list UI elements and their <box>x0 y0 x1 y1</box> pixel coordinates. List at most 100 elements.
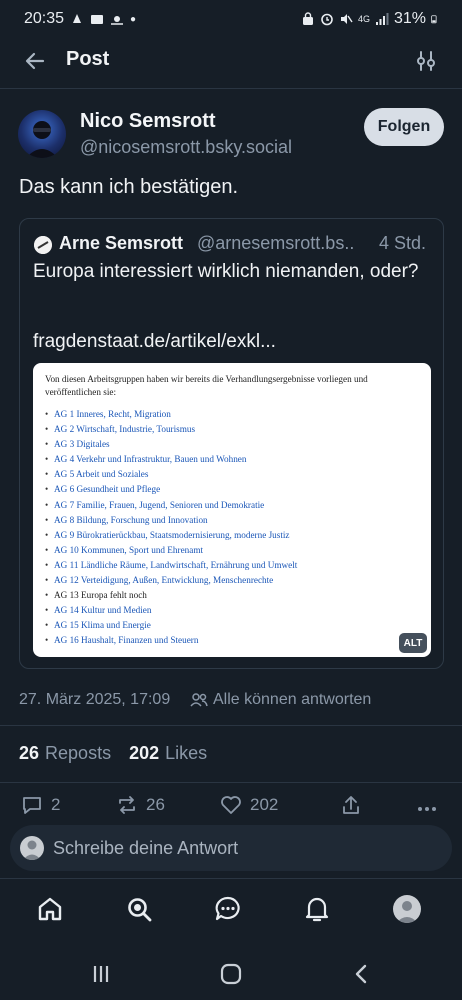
home-system-button[interactable] <box>216 961 246 987</box>
stats-divider <box>0 782 462 783</box>
list-item: AG 5 Arbeit und Soziales <box>45 467 297 482</box>
battery-percent: 31% <box>393 10 426 27</box>
bottom-nav <box>0 878 462 940</box>
reply-icon <box>23 797 41 814</box>
profile-avatar <box>393 895 421 923</box>
repost-count: 26 <box>146 795 165 814</box>
back-system-button[interactable] <box>346 961 376 987</box>
page-title: Post <box>66 48 110 70</box>
like-count: 202 <box>250 795 279 814</box>
network-label: 4G <box>357 14 370 24</box>
post-date: 27. März 2025, 17:09 <box>19 691 171 708</box>
reposts-count: 26 <box>19 743 40 763</box>
mail-icon <box>91 15 104 24</box>
list-item: AG 9 Bürokratierückbau, Staatsmodernisie… <box>45 528 297 543</box>
search-icon <box>128 898 152 922</box>
list-item: AG 6 Gesundheit und Pflege <box>45 482 297 497</box>
post-stats: 26 Reposts 202 Likes <box>19 743 207 764</box>
reply-button[interactable]: 2 <box>21 795 60 815</box>
list-item: AG 12 Verteidigung, Außen, Entwicklung, … <box>45 573 297 588</box>
reposts-stat[interactable]: 26 Reposts <box>19 743 111 764</box>
post-text: Das kann ich bestätigen. <box>19 176 239 198</box>
author-name[interactable]: Nico Semsrott <box>80 110 216 133</box>
quote-link[interactable]: fragdenstaat.de/artikel/exkl... <box>33 331 276 353</box>
reply-placeholder: Schreibe deine Antwort <box>53 838 239 858</box>
battery-icon <box>431 15 437 24</box>
share-button[interactable] <box>340 795 362 815</box>
recents-button[interactable] <box>86 961 116 987</box>
nav-home[interactable] <box>32 891 68 927</box>
reply-setting-label: Alle können antworten <box>213 691 372 708</box>
list-item: AG 15 Klima und Energie <box>45 618 297 633</box>
header-divider <box>0 88 462 89</box>
status-time: 20:35 <box>24 10 65 27</box>
list-item: AG 16 Haushalt, Finanzen und Steuern <box>45 633 297 648</box>
signal-icon <box>375 13 389 25</box>
quote-author-handle: @arnesemsrott.bs.. <box>197 233 355 253</box>
reposts-label: Reposts <box>45 743 112 763</box>
arrow-left-icon <box>25 52 45 70</box>
mute-icon <box>340 14 353 24</box>
weather-icon <box>111 16 124 25</box>
list-item: AG 8 Bildung, Forschung und Innovation <box>45 513 297 528</box>
lock-icon <box>302 12 313 25</box>
image-intro-text: Von diesen Arbeitsgruppen haben wir bere… <box>45 374 368 397</box>
quote-time: 4 Std. <box>379 233 427 253</box>
reply-count: 2 <box>51 795 61 814</box>
avatar-image <box>26 121 58 158</box>
nav-profile[interactable] <box>389 891 425 927</box>
alt-badge[interactable]: ALT <box>399 633 427 653</box>
meta-divider <box>0 725 462 726</box>
bell-icon <box>305 897 329 922</box>
quote-image[interactable]: Von diesen Arbeitsgruppen haben wir bere… <box>33 363 431 657</box>
people-icon <box>190 693 208 707</box>
quote-text: Europa interessiert wirklich niemanden, … <box>33 261 419 282</box>
likes-stat[interactable]: 202 Likes <box>129 743 207 764</box>
user-avatar <box>20 836 44 860</box>
notification-icon <box>73 14 82 23</box>
list-item: AG 13 Europa fehlt noch <box>45 588 297 603</box>
more-button[interactable] <box>416 795 438 815</box>
sliders-icon <box>417 51 435 71</box>
home-icon <box>38 897 62 921</box>
chat-icon <box>215 896 240 921</box>
list-item: AG 10 Kommunen, Sport und Ehrenamt <box>45 543 297 558</box>
quote-author-name: Arne Semsrott <box>59 233 184 253</box>
nav-search[interactable] <box>121 891 157 927</box>
reply-setting[interactable]: Alle können antworten <box>190 691 371 709</box>
home-circle-icon <box>220 963 242 985</box>
list-item: AG 4 Verkehr und Infrastruktur, Bauen un… <box>45 452 297 467</box>
recents-icon <box>93 966 109 982</box>
filter-button[interactable] <box>412 47 440 75</box>
dot-icon: ● <box>130 13 137 25</box>
image-ag-list: AG 1 Inneres, Recht, Migration AG 2 Wirt… <box>45 407 297 649</box>
list-item: AG 7 Familie, Frauen, Jugend, Senioren u… <box>45 498 297 513</box>
author-handle[interactable]: @nicosemsrott.bsky.social <box>80 137 292 158</box>
author-avatar[interactable] <box>18 110 66 158</box>
header-bar: Post <box>0 38 462 84</box>
heart-icon <box>221 796 241 814</box>
list-item: AG 14 Kultur und Medien <box>45 603 297 618</box>
reply-input[interactable]: Schreibe deine Antwort <box>10 825 452 871</box>
likes-label: Likes <box>165 743 208 763</box>
back-button[interactable] <box>20 46 50 76</box>
nav-chat[interactable] <box>210 891 246 927</box>
list-item: AG 11 Ländliche Räume, Landwirtschaft, E… <box>45 558 297 573</box>
nav-notifications[interactable] <box>299 891 335 927</box>
quoted-post[interactable]: Arne Semsrott @arnesemsrott.bs.. 4 Std. … <box>19 218 444 669</box>
list-item: AG 2 Wirtschaft, Industrie, Tourismus <box>45 422 297 437</box>
post-actions: 2 26 202 <box>0 795 462 825</box>
system-nav-bar <box>0 945 462 1000</box>
alarm-icon <box>321 13 333 26</box>
list-item: AG 1 Inneres, Recht, Migration <box>45 407 297 422</box>
likes-count: 202 <box>129 743 160 763</box>
quote-author-avatar <box>34 236 52 254</box>
chevron-left-icon <box>355 964 367 984</box>
like-button[interactable]: 202 <box>220 795 278 815</box>
share-icon <box>343 796 359 814</box>
repost-button[interactable]: 26 <box>116 795 165 815</box>
more-icon <box>418 807 436 811</box>
repost-icon <box>119 796 135 814</box>
follow-button[interactable]: Folgen <box>364 108 444 146</box>
status-bar: 20:35 ● 4G 31% <box>0 0 462 38</box>
